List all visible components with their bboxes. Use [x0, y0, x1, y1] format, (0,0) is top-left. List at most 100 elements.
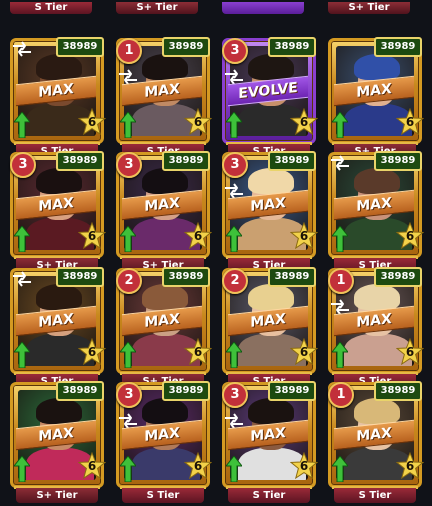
star-count: 6: [299, 459, 309, 473]
swap-arrows-icon: [13, 41, 31, 57]
level-badge: 3: [116, 152, 142, 178]
power-score: 38989: [56, 267, 104, 287]
swap-arrows-icon: [331, 155, 349, 171]
power-score: 38989: [56, 151, 104, 171]
superstar-card[interactable]: 389893EVOLVE6S Tier: [220, 37, 319, 162]
upgrade-arrow-icon: [120, 226, 136, 252]
upgrade-arrow-icon: [120, 342, 136, 368]
star-rank-icon: 6: [77, 107, 107, 136]
power-score: 38989: [374, 37, 422, 57]
tier-label: S Tier: [228, 488, 310, 503]
upgrade-arrow-icon: [226, 342, 242, 368]
star-count: 6: [405, 459, 415, 473]
superstar-card[interactable]: 38989MAX6S Tier: [8, 37, 107, 162]
upgrade-arrow-icon: [332, 456, 348, 482]
star-rank-icon: 6: [183, 451, 213, 480]
star-rank-icon: 6: [289, 337, 319, 366]
superstar-card[interactable]: 38989MAX6S Tier: [8, 267, 107, 392]
star-count: 6: [299, 345, 309, 359]
star-rank-icon: 6: [395, 337, 425, 366]
star-rank-icon: 6: [77, 337, 107, 366]
star-count: 6: [405, 229, 415, 243]
star-rank-icon: 6: [183, 221, 213, 250]
top-row-tier-2[interactable]: S+ Tier: [116, 2, 198, 14]
superstar-card[interactable]: 389892MAX6S Tier: [220, 267, 319, 392]
level-badge: 1: [328, 382, 354, 408]
level-badge: 3: [10, 152, 36, 178]
tier-label: S Tier: [334, 488, 416, 503]
tier-label: S Tier: [122, 488, 204, 503]
star-rank-icon: 6: [289, 451, 319, 480]
star-rank-icon: 6: [289, 221, 319, 250]
star-count: 6: [405, 115, 415, 129]
tier-label: S+ Tier: [16, 488, 98, 503]
star-rank-icon: 6: [77, 451, 107, 480]
upgrade-arrow-icon: [332, 342, 348, 368]
upgrade-arrow-icon: [332, 112, 348, 138]
level-badge: 3: [116, 382, 142, 408]
top-row-tier-1[interactable]: S Tier: [10, 2, 92, 14]
swap-arrows-icon: [13, 271, 31, 287]
superstar-card[interactable]: 38989 3 MAX 6 S+ Tier: [114, 151, 213, 276]
upgrade-arrow-icon: [14, 226, 30, 252]
level-badge: 3: [222, 382, 248, 408]
star-count: 6: [87, 459, 97, 473]
superstar-card[interactable]: 38989MAX6S+ Tier: [326, 37, 425, 162]
superstar-card[interactable]: 389891MAX6S Tier: [326, 267, 425, 392]
upgrade-arrow-icon: [14, 342, 30, 368]
star-rank-icon: 6: [183, 107, 213, 136]
level-badge: 1: [116, 38, 142, 64]
star-count: 6: [87, 345, 97, 359]
level-badge: 2: [116, 268, 142, 294]
superstar-card[interactable]: 38989 3 MAX 6 S Tier: [220, 381, 319, 506]
power-score: 38989: [268, 37, 316, 57]
superstar-card[interactable]: 38989 3 MAX 6 S+ Tier: [8, 151, 107, 276]
power-score: 38989: [374, 151, 422, 171]
superstar-grid: S Tier S+ Tier S+ Tier 38989MAX6S Tier38…: [0, 0, 432, 503]
level-badge: 3: [222, 38, 248, 64]
star-rank-icon: 6: [289, 107, 319, 136]
power-score: 38989: [162, 151, 210, 171]
upgrade-arrow-icon: [14, 456, 30, 482]
upgrade-arrow-icon: [226, 112, 242, 138]
upgrade-arrow-icon: [332, 226, 348, 252]
star-count: 6: [193, 115, 203, 129]
superstar-card[interactable]: 389891MAX6S Tier: [114, 37, 213, 162]
star-count: 6: [193, 345, 203, 359]
star-rank-icon: 6: [395, 451, 425, 480]
star-rank-icon: 6: [395, 221, 425, 250]
upgrade-arrow-icon: [120, 456, 136, 482]
superstar-card[interactable]: 38989MAX6S+ Tier: [8, 381, 107, 506]
superstar-card[interactable]: 389892MAX6S+ Tier: [114, 267, 213, 392]
level-badge: 1: [328, 268, 354, 294]
star-count: 6: [299, 229, 309, 243]
power-score: 38989: [374, 381, 422, 401]
power-score: 38989: [268, 151, 316, 171]
level-badge: 3: [222, 152, 248, 178]
top-row-tier-4[interactable]: S+ Tier: [328, 2, 410, 14]
power-score: 38989: [162, 267, 210, 287]
star-count: 6: [193, 459, 203, 473]
power-score: 38989: [162, 381, 210, 401]
superstar-card[interactable]: 389891MAX6S Tier: [326, 381, 425, 506]
power-score: 38989: [162, 37, 210, 57]
superstar-card[interactable]: 38989 3 MAX 6 S Tier: [220, 151, 319, 276]
upgrade-arrow-icon: [226, 226, 242, 252]
star-count: 6: [193, 229, 203, 243]
power-score: 38989: [268, 267, 316, 287]
power-score: 38989: [268, 381, 316, 401]
superstar-card[interactable]: 38989 3 MAX 6 S Tier: [114, 381, 213, 506]
star-count: 6: [299, 115, 309, 129]
star-rank-icon: 6: [395, 107, 425, 136]
superstar-card[interactable]: 38989MAX6S Tier: [326, 151, 425, 276]
star-count: 6: [405, 345, 415, 359]
power-score: 38989: [56, 37, 104, 57]
upgrade-arrow-icon: [14, 112, 30, 138]
upgrade-arrow-icon: [120, 112, 136, 138]
star-rank-icon: 6: [183, 337, 213, 366]
star-count: 6: [87, 115, 97, 129]
power-score: 38989: [374, 267, 422, 287]
star-count: 6: [87, 229, 97, 243]
upgrade-arrow-icon: [226, 456, 242, 482]
top-row-tier-3[interactable]: [222, 2, 304, 14]
